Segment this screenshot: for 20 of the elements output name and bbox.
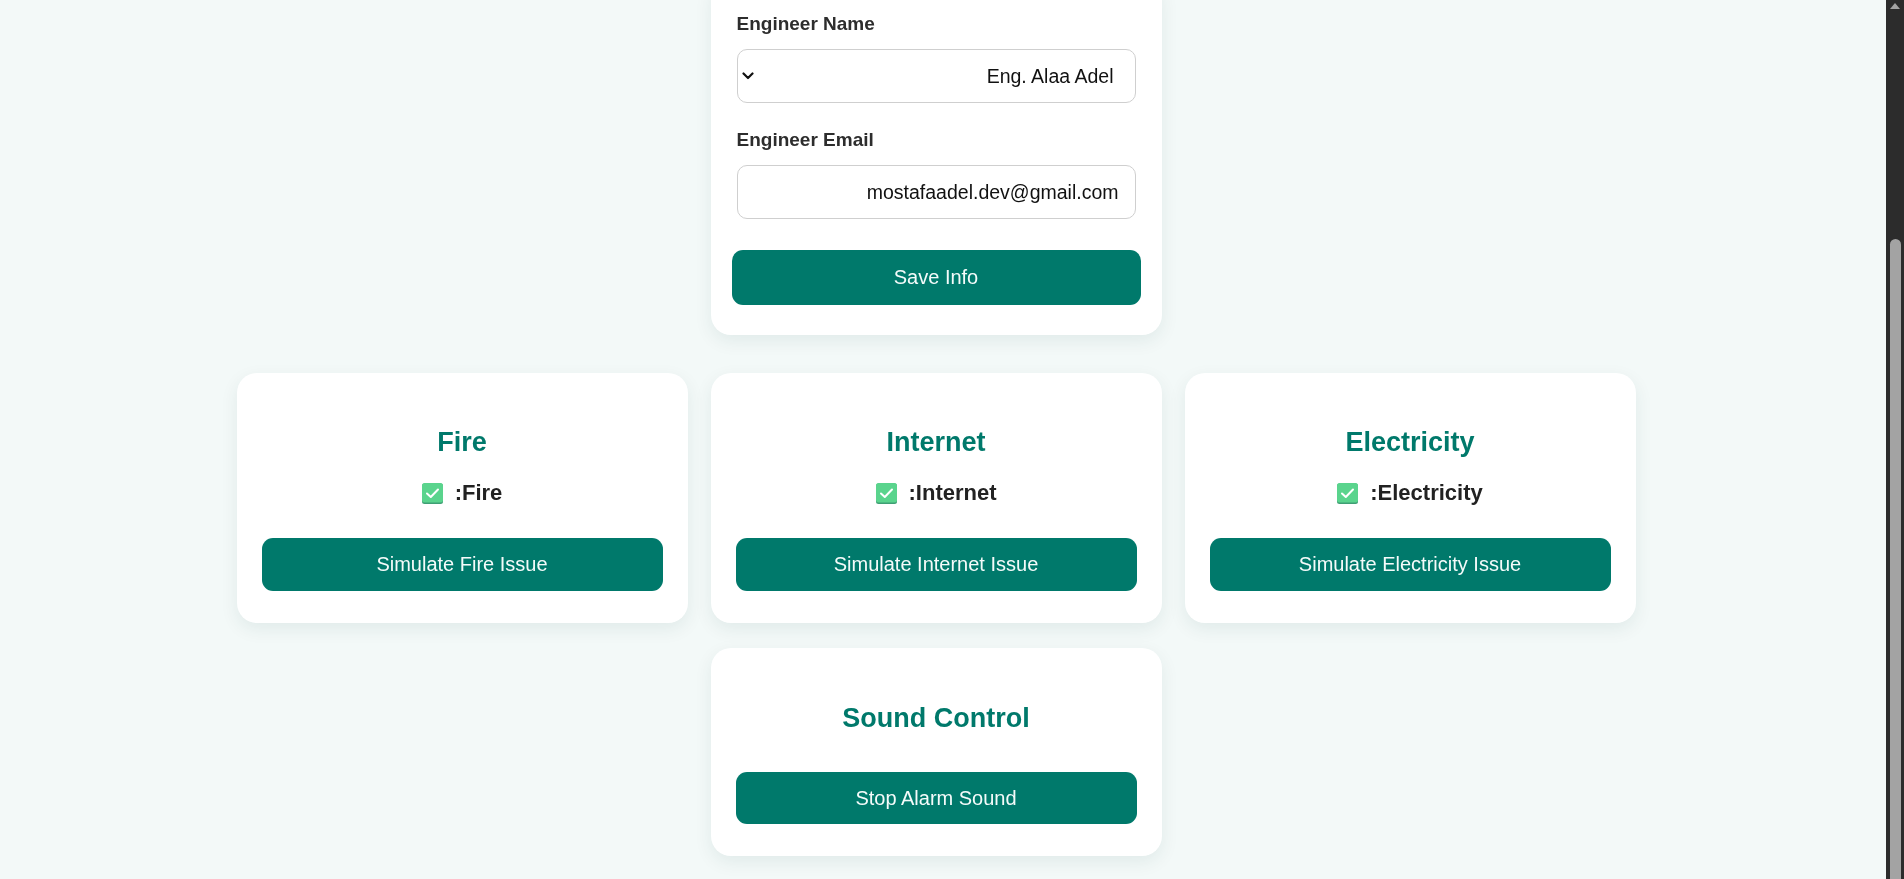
scrollbar-thumb[interactable]: [1889, 239, 1901, 879]
field-label: Engineer Name: [736, 12, 875, 35]
simulate-issue-button[interactable]: Simulate Electricity Issue: [1209, 538, 1611, 591]
scrollbar[interactable]: [1886, 0, 1904, 879]
status-text: :Internet: [908, 480, 997, 506]
simulate-issue-button[interactable]: Simulate Fire Issue: [261, 538, 663, 591]
card-title: Fire: [437, 426, 487, 458]
simulate-issue-button[interactable]: Simulate Internet Issue: [735, 538, 1137, 591]
chevron-down-icon: [741, 72, 754, 80]
status-text: :Fire: [454, 480, 503, 506]
status-text: :Electricity: [1370, 480, 1483, 506]
card-title: Internet: [886, 426, 986, 458]
card-title: Electricity: [1345, 426, 1475, 458]
stop-alarm-button[interactable]: Stop Alarm Sound: [735, 772, 1137, 824]
name-select[interactable]: Eng. Alaa Adel: [736, 49, 1136, 103]
save-info-button[interactable]: Save Info: [731, 250, 1141, 305]
card-title: Sound Control: [842, 702, 1030, 734]
scroll-up-arrow-icon[interactable]: [1889, 2, 1901, 10]
email-input-field[interactable]: mostafaadel.dev@gmail.com: [736, 165, 1136, 219]
field-label: Engineer Email: [736, 128, 874, 151]
